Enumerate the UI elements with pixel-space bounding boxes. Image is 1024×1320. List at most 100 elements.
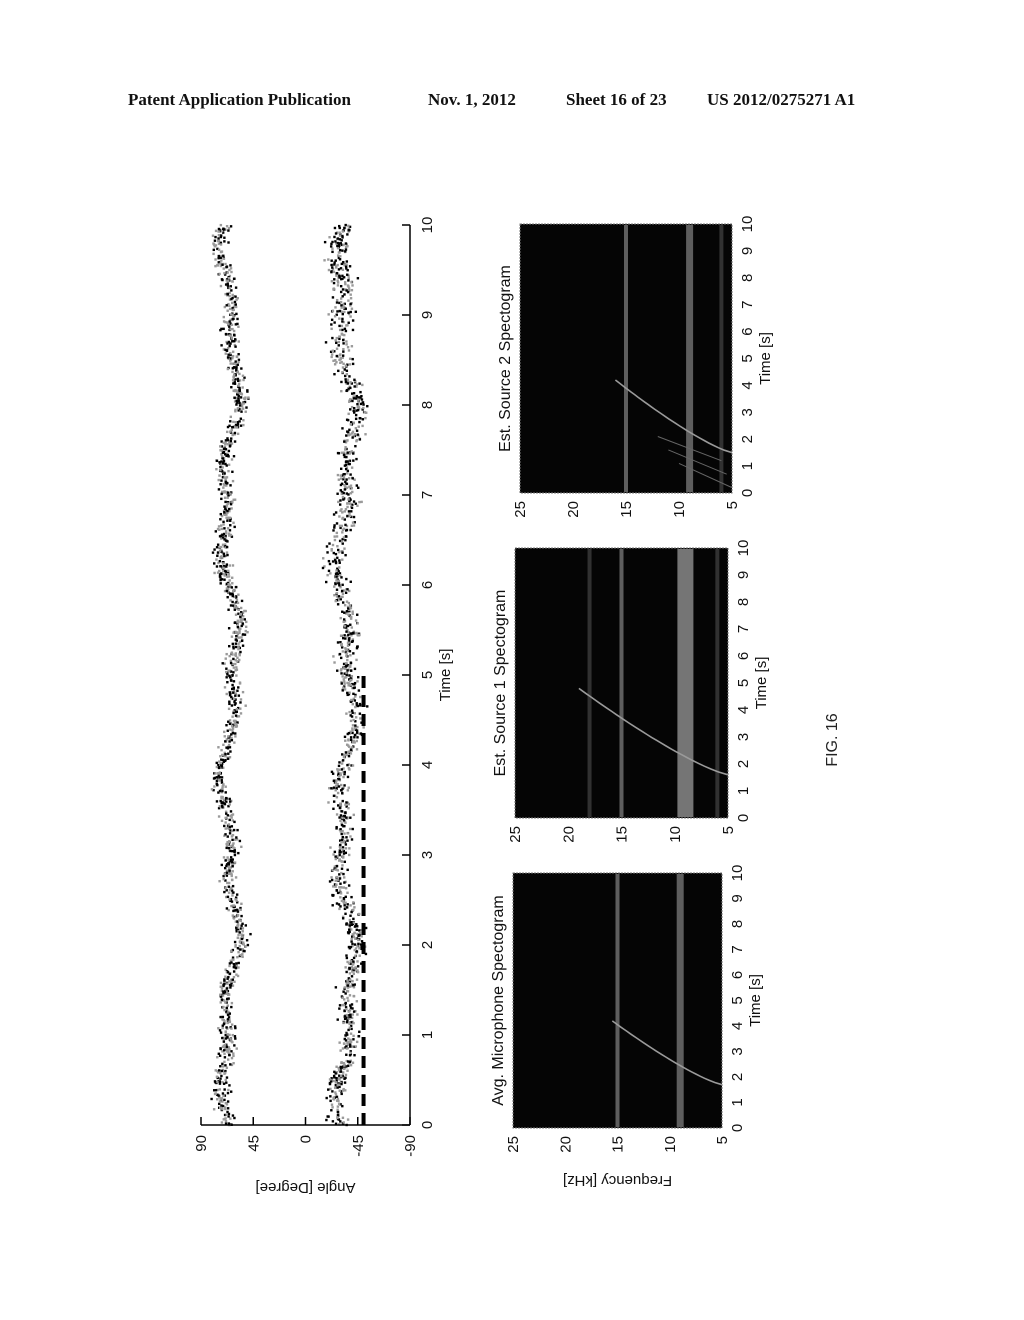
doa-point	[330, 876, 333, 879]
doa-point	[234, 613, 238, 616]
doa-point	[347, 613, 350, 616]
doa-point	[233, 431, 237, 435]
doa-point	[236, 828, 239, 832]
doa-point	[234, 295, 237, 298]
doa-point	[231, 317, 234, 321]
doa-point	[230, 704, 234, 707]
doa-point	[339, 814, 343, 817]
doa-point	[346, 388, 349, 392]
doa-point	[239, 908, 242, 912]
time-tick-label: 1	[739, 462, 756, 470]
doa-point	[217, 1102, 221, 1106]
doa-point	[235, 399, 238, 403]
doa-point	[219, 1047, 222, 1050]
doa-point	[230, 679, 233, 682]
doa-point	[224, 821, 227, 824]
doa-point	[338, 768, 341, 771]
doa-point	[333, 535, 336, 538]
doa-point	[334, 855, 337, 858]
doa-point	[229, 415, 232, 419]
doa-point	[230, 635, 234, 638]
doa-point	[363, 411, 366, 414]
doa-point	[215, 800, 219, 803]
doa-point	[343, 839, 346, 843]
doa-scatter-plot: 90 45 0 -45 -90012345678910Time [s]Angle [De…	[193, 217, 454, 1196]
doa-point	[222, 254, 225, 257]
doa-point	[335, 1076, 338, 1080]
doa-point	[225, 1026, 228, 1029]
doa-point	[339, 802, 342, 805]
doa-point	[223, 447, 226, 450]
doa-point	[346, 644, 350, 647]
doa-point	[346, 430, 349, 433]
doa-point	[229, 659, 233, 663]
doa-point	[351, 764, 355, 767]
doa-point	[218, 1088, 222, 1091]
doa-point	[221, 1018, 224, 1021]
doa-point	[229, 810, 233, 813]
doa-point	[223, 578, 226, 581]
doa-point	[226, 729, 229, 732]
doa-point	[224, 478, 227, 481]
doa-point	[228, 307, 232, 311]
doa-point	[349, 408, 352, 411]
doa-point	[349, 1051, 352, 1055]
doa-point	[344, 1039, 348, 1042]
doa-point	[230, 1001, 234, 1005]
doa-point	[343, 881, 346, 884]
doa-point	[344, 811, 347, 815]
doa-point	[232, 904, 236, 907]
doa-point	[227, 846, 231, 850]
doa-point	[221, 263, 224, 266]
doa-point	[355, 658, 358, 662]
doa-point	[334, 240, 337, 243]
doa-point	[342, 1121, 345, 1124]
doa-point	[349, 310, 352, 314]
doa-point	[358, 712, 362, 715]
doa-point	[339, 896, 342, 899]
doa-point	[330, 323, 333, 326]
doa-point	[341, 495, 345, 499]
doa-point	[341, 274, 344, 278]
doa-point	[337, 344, 340, 347]
doa-point	[222, 267, 225, 270]
doa-point	[222, 874, 225, 878]
doa-point	[222, 257, 226, 260]
doa-point	[232, 455, 236, 458]
doa-point	[231, 301, 234, 305]
doa-point	[224, 1119, 228, 1123]
doa-point	[235, 710, 239, 714]
doa-point	[343, 368, 347, 371]
doa-point	[223, 1056, 227, 1059]
doa-point	[241, 930, 244, 933]
doa-point	[234, 719, 237, 723]
doa-point	[344, 912, 347, 916]
doa-point	[230, 323, 234, 326]
doa-point	[225, 844, 229, 847]
doa-point	[237, 593, 240, 596]
doa-point	[339, 656, 343, 660]
doa-point	[342, 899, 345, 903]
doa-point	[223, 513, 226, 516]
doa-point	[336, 804, 340, 807]
doa-point	[338, 317, 341, 320]
doa-point	[356, 731, 359, 734]
doa-point	[240, 410, 243, 413]
doa-point	[337, 785, 341, 788]
doa-point	[338, 503, 342, 506]
doa-point	[334, 306, 337, 309]
frequency-band	[719, 225, 724, 492]
doa-point	[213, 562, 216, 565]
doa-point	[343, 1064, 346, 1067]
doa-point	[218, 789, 222, 793]
doa-point	[345, 434, 348, 437]
doa-point	[231, 1114, 235, 1117]
doa-point	[344, 803, 347, 806]
doa-point	[233, 1116, 236, 1120]
doa-point	[343, 784, 346, 787]
doa-point	[344, 242, 348, 245]
doa-point	[349, 904, 352, 907]
doa-point	[234, 1026, 237, 1030]
doa-point	[346, 451, 349, 454]
doa-point	[341, 288, 345, 291]
